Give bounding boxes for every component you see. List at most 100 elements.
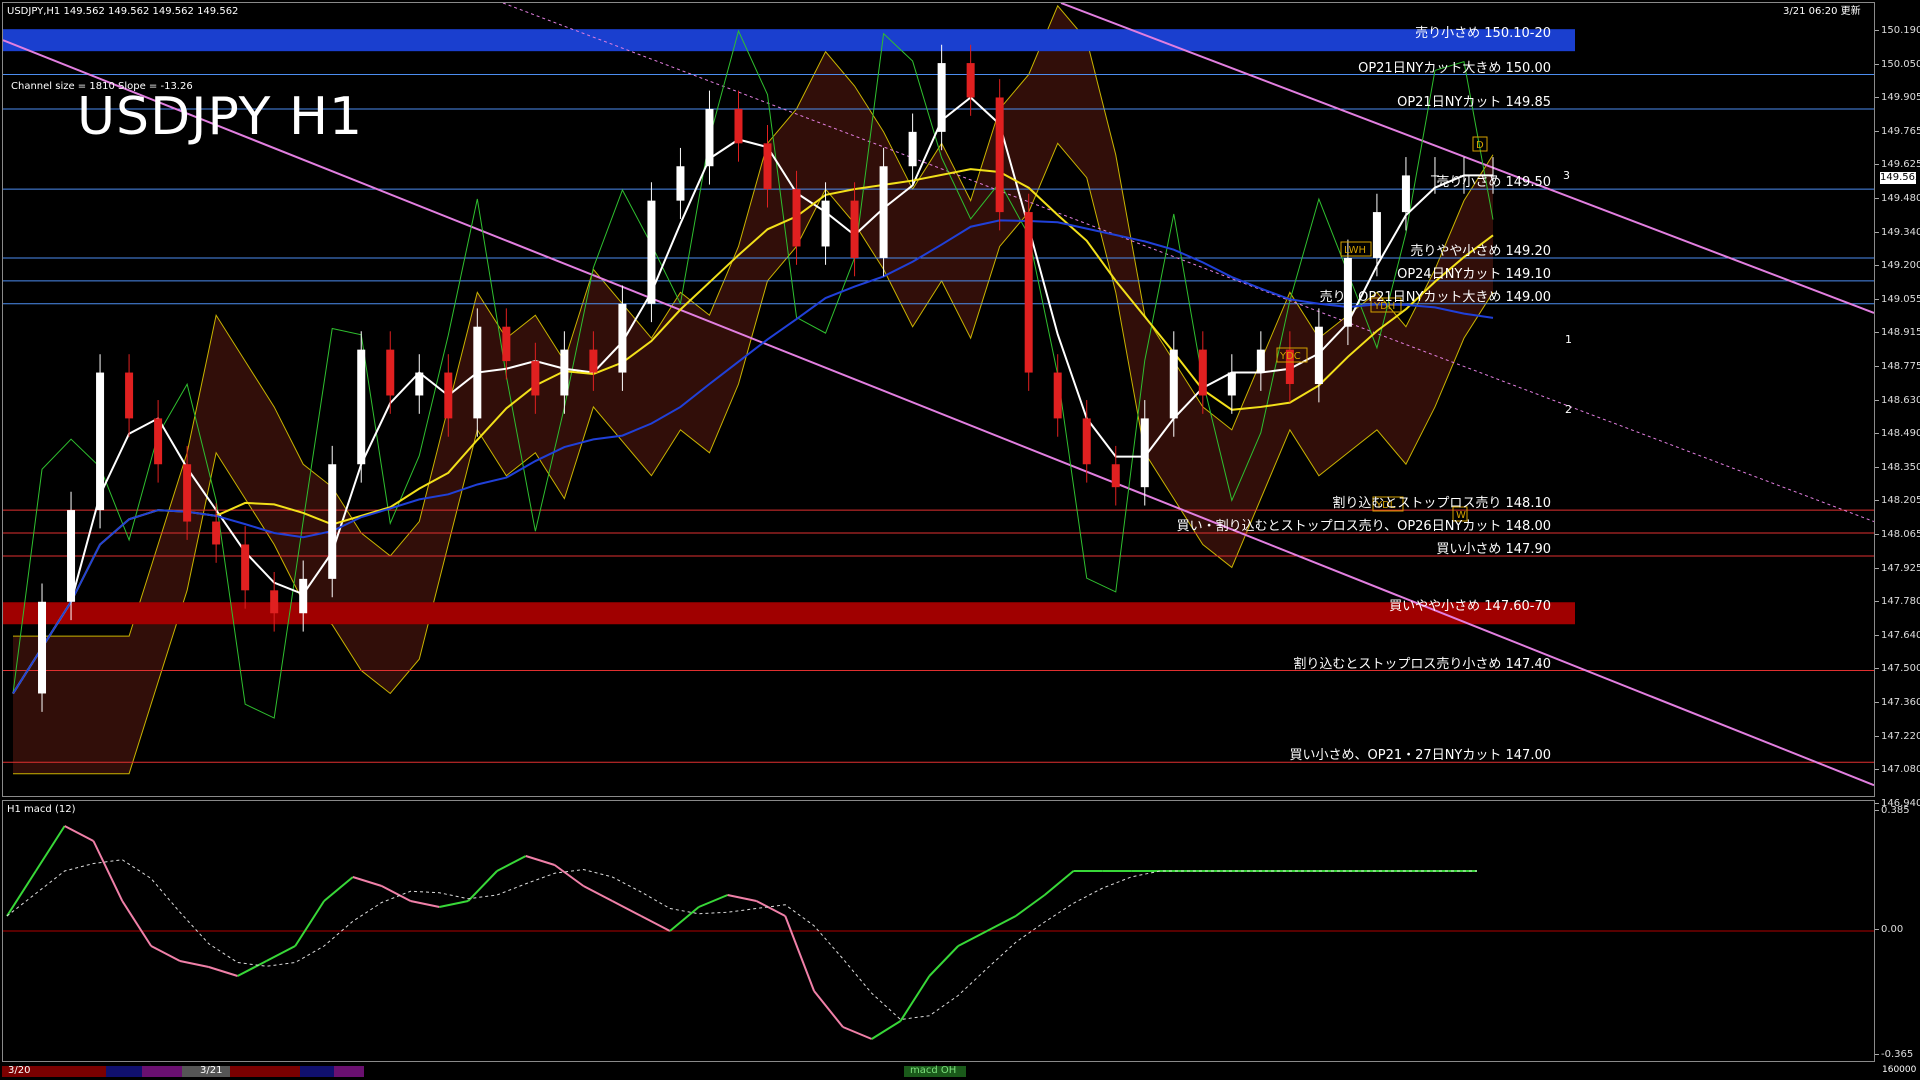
candle-body: [154, 418, 163, 465]
channel-number: 2: [1565, 403, 1572, 416]
macd-segment: [640, 915, 671, 932]
macd-segment: [957, 930, 988, 947]
macd-segment: [583, 885, 613, 902]
candle-body: [647, 200, 656, 304]
price-tick: 148.205: [1874, 496, 1920, 506]
level-label: 売り小さめ 149.50: [1436, 175, 1551, 191]
candle-body: [908, 131, 917, 167]
macd-segment: [323, 876, 354, 902]
macd-segment: [6, 870, 37, 917]
candle-body: [821, 200, 830, 247]
candle-body: [966, 63, 975, 98]
candle-body: [1024, 212, 1033, 373]
macd-segment: [1044, 870, 1075, 896]
macd-segment: [1015, 894, 1046, 917]
symbol-header: USDJPY,H1 149.562 149.562 149.562 149.56…: [7, 6, 239, 17]
level-band: [3, 602, 1575, 625]
macd-segment: [611, 900, 642, 917]
candle-body: [1111, 464, 1120, 488]
candle-body: [386, 349, 395, 396]
candle-body: [995, 97, 1004, 213]
candle-body: [560, 349, 569, 396]
level-label: 買い小さめ、OP21・27日NYカット 147.00: [1289, 748, 1551, 764]
macd-oh-label: macd OH: [910, 1065, 957, 1076]
macd-segment: [150, 945, 181, 962]
macd-panel[interactable]: H1 macd (12): [2, 800, 1875, 1062]
time-segment: [230, 1066, 300, 1077]
marker-box-label: YDC: [1279, 351, 1301, 362]
price-tick: 147.080: [1874, 765, 1920, 775]
time-segment: [142, 1066, 182, 1077]
update-time: 3/21 06:20 更新: [1783, 6, 1861, 17]
macd-segment: [669, 906, 700, 932]
level-label: 売り、OP21日NYカット大きめ 149.00: [1319, 289, 1551, 305]
candle-body: [1082, 418, 1091, 465]
candle-body: [125, 372, 134, 419]
price-tick: 149.200: [1874, 261, 1920, 271]
marker-box-label: LWH: [1344, 245, 1366, 256]
candle-body: [241, 544, 250, 591]
macd-segment: [496, 855, 527, 872]
level-label: 売り小さめ 150.10-20: [1415, 26, 1551, 42]
macd-segment: [813, 990, 844, 1028]
candle-body: [1227, 372, 1236, 396]
channel-number: 3: [1563, 169, 1570, 182]
time-segment: [300, 1066, 334, 1077]
level-label: OP24日NYカット 149.10: [1397, 266, 1551, 282]
date-label-3-20: 3/20: [8, 1065, 31, 1076]
candle-body: [1314, 326, 1323, 385]
price-tick: 150.050: [1874, 59, 1920, 70]
candle-body: [589, 349, 598, 373]
price-tick: 149.480: [1874, 194, 1920, 204]
macd-axis: 0.385 0.00 -0.365: [1874, 800, 1920, 1062]
price-tick: 148.490: [1874, 429, 1920, 439]
candle-body: [212, 521, 221, 545]
time-segment: [106, 1066, 142, 1077]
price-tick: 148.630: [1874, 395, 1920, 406]
macd-segment: [899, 975, 931, 1022]
macd-segment: [727, 894, 757, 902]
price-tick: 148.915: [1874, 328, 1920, 338]
time-segment: [334, 1066, 364, 1077]
price-tick: 147.220: [1874, 731, 1920, 742]
macd-segment: [352, 876, 383, 887]
macd-segment: [265, 945, 296, 962]
macd-segment: [179, 960, 209, 968]
candle-body: [328, 464, 337, 579]
price-axis: 150.190 150.050 149.905 149.765 149.625 149.4…: [1874, 2, 1920, 808]
price-tick: 149.625: [1874, 160, 1920, 170]
price-chart-panel[interactable]: LWH YDH YDC YDL W D 1 2 3 USDJPY,H1 149.562 149.…: [2, 2, 1875, 797]
candle-body: [676, 166, 685, 201]
macd-segment: [467, 870, 498, 902]
price-tick: 149.055: [1874, 294, 1920, 305]
price-tick: 147.360: [1874, 698, 1920, 708]
candle-body: [763, 143, 772, 190]
candle-body: [38, 601, 47, 694]
price-tick: 148.350: [1874, 462, 1920, 473]
macd-segment: [294, 900, 325, 947]
candle-body: [1140, 418, 1149, 488]
macd-segment: [208, 966, 238, 977]
candle-body: [1256, 349, 1265, 373]
candle-body: [937, 63, 946, 132]
candle-body: [705, 108, 714, 167]
chart-title: USDJPY H1: [77, 87, 364, 147]
macd-segment: [784, 915, 815, 992]
macd-tick: 0.00: [1874, 924, 1904, 935]
candle-body: [473, 326, 482, 419]
price-tick: 149.905: [1874, 93, 1920, 103]
macd-segment: [439, 900, 469, 908]
level-band: [3, 29, 1575, 52]
price-tick: 147.780: [1874, 597, 1920, 607]
macd-segment: [34, 825, 66, 872]
time-bar: 3/20 3/21 macd OH 160000: [2, 1063, 1916, 1080]
marker-box-label: D: [1476, 140, 1484, 151]
volume-scale-label: 160000: [1882, 1065, 1917, 1075]
candle-body: [618, 303, 627, 373]
level-label: 買い・割り込むとストップロス売り、OP26日NYカット 148.00: [1176, 519, 1551, 534]
macd-segment: [928, 945, 959, 977]
price-tick: 147.925: [1874, 563, 1920, 574]
candle-body: [444, 372, 453, 419]
price-tick: 147.640: [1874, 630, 1920, 641]
candle-body: [183, 464, 192, 522]
